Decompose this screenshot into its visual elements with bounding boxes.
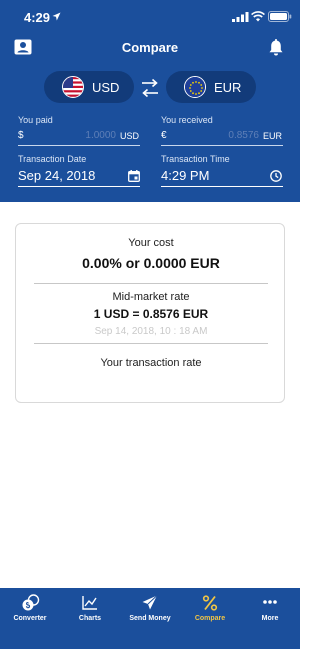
transaction-rate-label: Your transaction rate	[100, 357, 202, 369]
received-currency-unit: EUR	[263, 131, 283, 141]
received-underline	[161, 145, 283, 146]
received-currency-symbol: €	[161, 130, 167, 141]
mid-market-label: Mid-market rate	[112, 291, 190, 303]
chart-line-icon	[82, 596, 97, 610]
received-label: You received	[161, 115, 213, 125]
header-panel: 4:29 Compare USD EUR You paid $ 1.0000 U…	[0, 0, 300, 202]
calendar-icon[interactable]	[128, 170, 140, 182]
paper-plane-icon	[142, 595, 158, 610]
time-label: Transaction Time	[161, 154, 230, 164]
cost-value: 0.00% or 0.0000 EUR	[82, 255, 220, 271]
currency-converter-icon: $	[22, 594, 40, 611]
date-underline	[18, 186, 140, 187]
paid-currency-symbol: $	[18, 130, 24, 141]
date-field[interactable]: Sep 24, 2018	[18, 168, 95, 183]
tab-label: Send Money	[129, 615, 171, 622]
tab-converter[interactable]: $ Converter	[0, 588, 60, 649]
bell-icon[interactable]	[268, 39, 284, 57]
divider	[34, 283, 268, 284]
tab-bar: $ Converter Charts Send Money Compare Mo…	[0, 588, 300, 649]
mid-market-timestamp: Sep 14, 2018, 10 : 18 AM	[94, 326, 208, 337]
svg-text:$: $	[26, 601, 31, 610]
paid-currency-unit: USD	[120, 131, 140, 141]
tab-label: Compare	[194, 615, 226, 622]
tab-charts[interactable]: Charts	[60, 588, 120, 649]
from-currency-button[interactable]: USD	[44, 71, 134, 103]
location-arrow-icon	[52, 12, 61, 21]
paid-label: You paid	[18, 115, 53, 125]
swap-arrows-icon[interactable]	[141, 77, 159, 99]
to-currency-button[interactable]: EUR	[166, 71, 256, 103]
us-flag-icon	[62, 76, 84, 98]
eu-flag-icon	[184, 76, 206, 98]
time-field[interactable]: 4:29 PM	[161, 168, 209, 183]
cost-label: Your cost	[128, 237, 174, 249]
tab-label: Converter	[13, 615, 47, 622]
mid-market-value: 1 USD = 0.8576 EUR	[93, 307, 209, 321]
tab-more[interactable]: More	[240, 588, 300, 649]
to-currency-code: EUR	[214, 80, 242, 95]
tab-send-money[interactable]: Send Money	[120, 588, 180, 649]
clock-icon[interactable]	[270, 170, 282, 182]
comparison-card: Your cost 0.00% or 0.0000 EUR Mid-market…	[15, 223, 285, 403]
tab-label: Charts	[78, 615, 102, 622]
more-dots-icon	[263, 600, 277, 604]
divider	[34, 343, 268, 344]
tab-label: More	[261, 615, 279, 622]
battery-icon	[268, 11, 292, 22]
wifi-icon	[251, 11, 265, 22]
percent-icon	[202, 595, 218, 611]
cellular-signal-icon	[232, 12, 249, 22]
time-underline	[161, 186, 283, 187]
paid-amount-input[interactable]: 1.0000	[60, 130, 116, 141]
status-bar: 4:29	[0, 0, 300, 34]
from-currency-code: USD	[92, 80, 120, 95]
tab-compare[interactable]: Compare	[180, 588, 240, 649]
paid-underline	[18, 145, 140, 146]
status-time: 4:29	[24, 10, 51, 25]
page-title: Compare	[121, 40, 179, 55]
received-amount-input[interactable]: 0.8576	[203, 130, 259, 141]
date-label: Transaction Date	[18, 154, 87, 164]
